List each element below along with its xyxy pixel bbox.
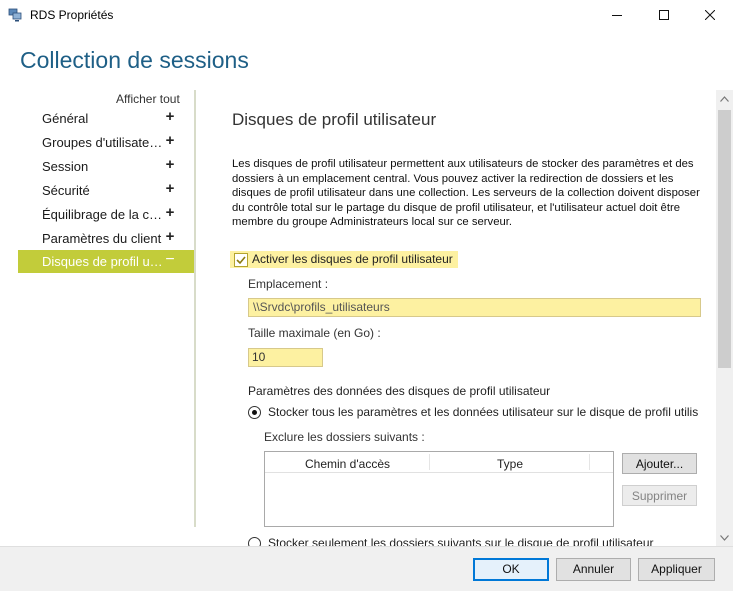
minimize-button[interactable]	[594, 0, 640, 30]
column-header-path[interactable]: Chemin d'accès	[265, 457, 430, 471]
enable-profile-disks-checkbox[interactable]: Activer les disques de profil utilisateu…	[230, 251, 458, 268]
nav-item-client-settings[interactable]: Paramètres du client +	[18, 227, 194, 250]
params-title: Paramètres des données des disques de pr…	[248, 384, 551, 398]
expand-icon[interactable]: +	[163, 180, 177, 197]
close-icon	[705, 10, 715, 20]
window-title: RDS Propriétés	[30, 8, 114, 22]
nav-item-user-profile-disks[interactable]: Disques de profil utilisateur −	[18, 250, 194, 273]
scroll-thumb[interactable]	[718, 110, 731, 368]
expand-icon[interactable]: +	[163, 108, 177, 125]
scroll-up-button[interactable]	[716, 90, 733, 107]
nav-item-general[interactable]: Général +	[18, 107, 194, 130]
checkmark-icon	[236, 256, 246, 265]
max-size-input[interactable]: 10	[248, 348, 323, 367]
chevron-up-icon	[720, 95, 729, 102]
apply-button[interactable]: Appliquer	[638, 558, 715, 581]
nav-item-label: Disques de profil utilisateur	[42, 254, 166, 269]
enable-profile-disks-label: Activer les disques de profil utilisateu…	[252, 252, 453, 266]
nav-item-load-balancing[interactable]: Équilibrage de la charge +	[18, 203, 194, 226]
nav-divider	[194, 90, 196, 527]
location-input[interactable]: \\Srvdc\profils_utilisateurs	[248, 298, 701, 317]
max-size-label: Taille maximale (en Go) :	[248, 326, 381, 340]
scroll-down-button[interactable]	[716, 529, 733, 546]
vertical-scrollbar[interactable]	[716, 90, 733, 546]
expand-icon[interactable]: +	[163, 156, 177, 173]
nav-item-label: Groupes d'utilisateurs	[42, 135, 166, 150]
store-all-radio-option[interactable]: Stocker tous les paramètres et les donné…	[248, 405, 698, 421]
nav-item-session[interactable]: Session +	[18, 155, 194, 178]
cancel-button[interactable]: Annuler	[556, 558, 631, 581]
nav-item-user-groups[interactable]: Groupes d'utilisateurs +	[18, 131, 194, 154]
column-header-type[interactable]: Type	[430, 457, 590, 471]
exclude-folders-label: Exclure les dossiers suivants :	[264, 430, 425, 444]
expand-icon[interactable]: +	[163, 228, 177, 245]
expand-icon[interactable]: +	[163, 204, 177, 221]
radio-button[interactable]	[248, 406, 261, 419]
location-label: Emplacement :	[248, 277, 329, 291]
collapse-icon[interactable]: −	[163, 251, 177, 269]
section-description: Les disques de profil utilisateur permet…	[232, 158, 700, 228]
excluded-folders-table[interactable]: Chemin d'accès Type	[264, 451, 614, 527]
nav-item-label: Paramètres du client	[42, 231, 162, 246]
nav-item-label: Session	[42, 159, 89, 174]
maximize-button[interactable]	[641, 0, 687, 30]
page-title: Collection de sessions	[20, 47, 249, 73]
show-all-link[interactable]: Afficher tout	[116, 92, 180, 106]
app-icon	[8, 7, 24, 23]
add-button[interactable]: Ajouter...	[622, 453, 697, 474]
checkbox[interactable]	[234, 253, 248, 267]
nav-item-label: Équilibrage de la charge	[42, 207, 166, 222]
nav-item-label: Sécurité	[42, 183, 90, 198]
minimize-icon	[612, 15, 622, 16]
column-separator	[589, 454, 590, 470]
title-bar: RDS Propriétés	[0, 0, 733, 30]
nav-item-security[interactable]: Sécurité +	[18, 179, 194, 202]
remove-button[interactable]: Supprimer	[622, 485, 697, 506]
ok-button[interactable]: OK	[473, 558, 549, 581]
chevron-down-icon	[720, 534, 729, 541]
expand-icon[interactable]: +	[163, 132, 177, 149]
nav-item-label: Général	[42, 111, 89, 126]
close-button[interactable]	[687, 0, 733, 30]
table-header: Chemin d'accès Type	[265, 452, 613, 473]
maximize-icon	[659, 10, 669, 20]
store-all-label: Stocker tous les paramètres et les donné…	[268, 405, 698, 419]
section-title: Disques de profil utilisateur	[232, 110, 437, 129]
